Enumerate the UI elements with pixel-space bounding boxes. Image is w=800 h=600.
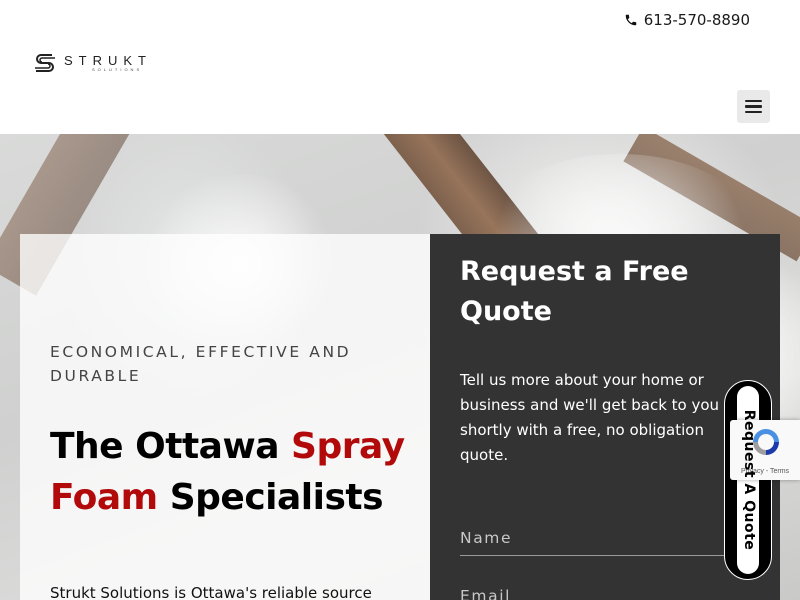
phone-icon <box>625 14 636 26</box>
site-logo[interactable]: STRUKT SOLUTIONS <box>32 51 152 75</box>
name-input[interactable] <box>460 520 750 556</box>
logo-subtitle: SOLUTIONS <box>92 66 143 72</box>
hero-text-panel <box>20 234 430 600</box>
headline-text: The Ottawa <box>50 426 292 467</box>
hamburger-menu-icon[interactable] <box>737 90 770 123</box>
form-description: Tell us more about your home or business… <box>460 371 720 464</box>
top-bar: 613-570-8890 <box>0 0 800 44</box>
hero-intro-text: Strukt Solutions is Ottawa's reliable so… <box>50 584 372 600</box>
headline-highlight: Foam <box>50 477 158 518</box>
logo-mark-icon <box>35 54 55 72</box>
hero-tagline: ECONOMICAL, EFFECTIVE AND DURABLE <box>50 343 352 385</box>
email-input[interactable] <box>460 578 750 600</box>
phone-link[interactable]: 613-570-8890 <box>624 11 750 29</box>
hero-headline: The Ottawa Spray Foam Specialists <box>50 421 420 523</box>
side-tab-label[interactable]: Request A Quote <box>741 410 757 551</box>
form-title: Request a Free Quote <box>460 256 689 327</box>
headline-highlight: Spray <box>291 426 405 467</box>
phone-number: 613-570-8890 <box>643 11 750 29</box>
headline-text: Specialists <box>157 477 384 518</box>
logo-name: STRUKT <box>64 52 152 68</box>
